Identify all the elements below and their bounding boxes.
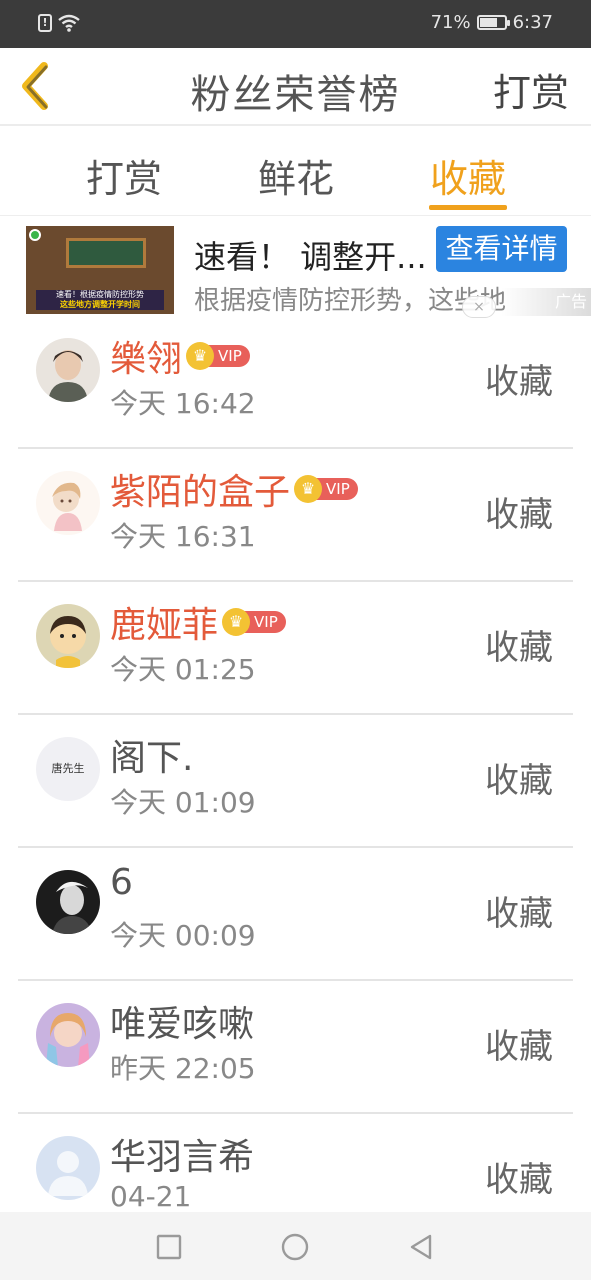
list-item[interactable]: 唐先生 阁下. 今天 01:09 收藏 bbox=[0, 715, 591, 848]
avatar[interactable]: 唐先生 bbox=[36, 737, 100, 801]
favorite-action: 收藏 bbox=[485, 894, 553, 934]
battery-percent: 71% bbox=[430, 12, 471, 33]
default-avatar-icon bbox=[36, 1136, 100, 1200]
favorites-list: 樂翎 ♛ VIP 今天 16:42 收藏 紫陌的盒子 ♛ VIP 今天 16:3… bbox=[0, 316, 591, 1247]
circle-icon[interactable] bbox=[280, 1232, 310, 1262]
user-name: 唯爱咳嗽 bbox=[110, 1004, 255, 1045]
alert-icon: ! bbox=[38, 14, 52, 32]
ad-title: 速看！ 调整开... bbox=[194, 238, 427, 276]
timestamp: 今天 01:09 bbox=[110, 786, 256, 819]
ad-thumbnail: 速看！根据疫情防控形势 这些地方调整开学时间 bbox=[26, 226, 174, 314]
name-row: 紫陌的盒子 ♛ VIP bbox=[110, 463, 358, 515]
favorite-action: 收藏 bbox=[485, 362, 553, 402]
vip-badge: ♛ VIP bbox=[294, 475, 358, 503]
crown-icon: ♛ bbox=[186, 342, 215, 370]
name-row: 樂翎 ♛ VIP bbox=[110, 330, 250, 382]
vip-badge: ♛ VIP bbox=[186, 342, 250, 370]
list-item[interactable]: 樂翎 ♛ VIP 今天 16:42 收藏 bbox=[0, 316, 591, 449]
list-item[interactable]: 唯爱咳嗽 昨天 22:05 收藏 bbox=[0, 981, 591, 1114]
timestamp: 今天 00:09 bbox=[110, 919, 256, 952]
tab-reward[interactable]: 打赏 bbox=[86, 148, 162, 203]
ad-thumbnail-caption: 速看！根据疫情防控形势 这些地方调整开学时间 bbox=[36, 290, 164, 310]
status-bar: ! 71% 6:37 bbox=[0, 0, 591, 48]
timestamp: 今天 16:42 bbox=[110, 387, 256, 420]
ad-tag: 广告 bbox=[501, 288, 591, 316]
user-name: 6 bbox=[110, 862, 133, 903]
avatar[interactable] bbox=[36, 604, 100, 668]
user-name: 樂翎 bbox=[110, 339, 183, 380]
vip-badge: ♛ VIP bbox=[222, 608, 286, 636]
battery-fill bbox=[479, 18, 497, 27]
active-tab-indicator bbox=[429, 205, 507, 210]
name-row: 唯爱咳嗽 bbox=[110, 995, 254, 1047]
triangle-back-icon[interactable] bbox=[406, 1232, 436, 1262]
ad-close-icon[interactable]: × bbox=[462, 296, 496, 318]
favorite-action: 收藏 bbox=[485, 761, 553, 801]
battery-icon bbox=[476, 15, 510, 30]
list-item[interactable]: 紫陌的盒子 ♛ VIP 今天 16:31 收藏 bbox=[0, 449, 591, 582]
timestamp: 昨天 22:05 bbox=[110, 1052, 256, 1085]
ad-thumbnail-line2: 这些地方调整开学时间 bbox=[60, 300, 140, 309]
blackboard-image bbox=[66, 238, 146, 268]
avatar[interactable] bbox=[36, 338, 100, 402]
ad-thumbnail-line1: 速看！根据疫情防控形势 bbox=[56, 290, 144, 299]
favorite-action: 收藏 bbox=[485, 1027, 553, 1067]
favorite-action: 收藏 bbox=[485, 1160, 553, 1200]
name-row: 鹿娅菲 ♛ VIP bbox=[110, 596, 286, 648]
list-item[interactable]: 鹿娅菲 ♛ VIP 今天 01:25 收藏 bbox=[0, 582, 591, 715]
wifi-icon bbox=[58, 14, 80, 32]
list-item[interactable]: 6 今天 00:09 收藏 bbox=[0, 848, 591, 981]
vip-label: VIP bbox=[244, 611, 286, 633]
square-icon[interactable] bbox=[154, 1232, 184, 1262]
crown-icon: ♛ bbox=[294, 475, 323, 503]
system-nav-bar bbox=[0, 1212, 591, 1280]
status-time: 6:37 bbox=[512, 12, 553, 33]
status-right: 71% 6:37 bbox=[431, 12, 553, 33]
status-left: ! bbox=[38, 14, 80, 32]
header: 粉丝荣誉榜 打赏 bbox=[0, 48, 591, 126]
reward-button[interactable]: 打赏 bbox=[493, 62, 569, 117]
tab-flowers[interactable]: 鲜花 bbox=[258, 148, 334, 203]
timestamp: 04-21 bbox=[110, 1180, 192, 1213]
vip-label: VIP bbox=[208, 345, 250, 367]
ad-banner[interactable]: 速看！根据疫情防控形势 这些地方调整开学时间 速看！ 调整开... 查看详情 根… bbox=[0, 216, 591, 318]
ad-logo-icon bbox=[29, 229, 41, 241]
user-name: 鹿娅菲 bbox=[110, 605, 219, 646]
avatar[interactable] bbox=[36, 1136, 100, 1200]
avatar[interactable] bbox=[36, 471, 100, 535]
avatar[interactable] bbox=[36, 1003, 100, 1067]
name-row: 华羽言希 bbox=[110, 1128, 254, 1180]
avatar[interactable] bbox=[36, 870, 100, 934]
tab-bar: 打赏 鲜花 收藏 bbox=[0, 128, 591, 216]
view-details-button[interactable]: 查看详情 bbox=[436, 226, 567, 272]
timestamp: 今天 16:31 bbox=[110, 520, 256, 553]
favorite-action: 收藏 bbox=[485, 495, 553, 535]
vip-label: VIP bbox=[316, 478, 358, 500]
avatar-text: 唐先生 bbox=[51, 762, 85, 775]
crown-icon: ♛ bbox=[222, 608, 251, 636]
timestamp: 今天 01:25 bbox=[110, 653, 256, 686]
favorite-action: 收藏 bbox=[485, 628, 553, 668]
user-name: 紫陌的盒子 bbox=[110, 472, 291, 513]
name-row: 6 bbox=[110, 862, 133, 903]
user-name: 华羽言希 bbox=[110, 1137, 255, 1178]
tab-favorites[interactable]: 收藏 bbox=[430, 148, 506, 203]
user-name: 阁下. bbox=[110, 738, 194, 779]
name-row: 阁下. bbox=[110, 729, 193, 781]
